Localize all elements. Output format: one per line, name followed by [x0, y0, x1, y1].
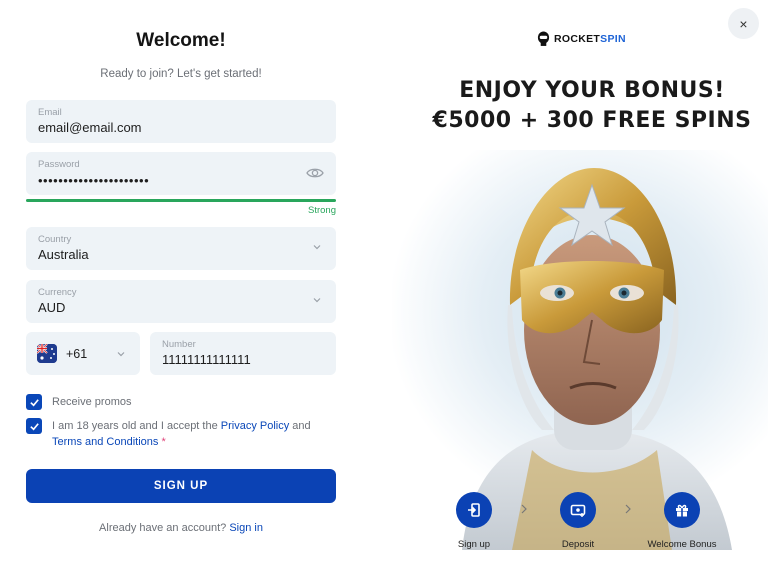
chevron-down-icon: [313, 245, 321, 250]
rocket-helmet-icon: [537, 31, 550, 46]
chevron-down-icon: [313, 298, 321, 303]
promo-panel: ROCKETSPIN × ENJOY YOUR BONUS! €5000 + 3…: [372, 0, 768, 569]
checkmark-icon: [29, 422, 39, 430]
promo-offer: €5000 + 300 FREE SPINS: [432, 108, 752, 133]
signup-button[interactable]: SIGN UP: [26, 469, 336, 503]
password-label: Password: [38, 159, 80, 170]
password-strength-fill: [26, 199, 336, 202]
promos-label: Receive promos: [52, 396, 132, 408]
signin-prompt: Already have an account? Sign in: [26, 522, 336, 534]
currency-label: Currency: [38, 287, 77, 298]
phone-code-select[interactable]: +61: [26, 332, 140, 375]
step-welcome-bonus: Welcome Bonus: [642, 492, 722, 550]
close-button[interactable]: ×: [728, 8, 759, 39]
email-label: Email: [38, 107, 62, 118]
page-title: Welcome!: [136, 30, 226, 51]
hero-illustration: [462, 168, 732, 550]
country-label: Country: [38, 234, 72, 245]
chevron-down-icon: [117, 352, 125, 357]
gift-icon: [676, 504, 688, 517]
country-select[interactable]: Country Australia: [26, 227, 336, 270]
eye-icon[interactable]: [306, 165, 324, 181]
checkmark-icon: [29, 398, 39, 406]
deposit-icon: [570, 504, 586, 517]
chevron-right-icon: [521, 504, 527, 514]
terms-conditions-link[interactable]: Terms and Conditions: [52, 436, 158, 448]
page-subtitle: Ready to join? Let's get started!: [100, 68, 262, 80]
phone-number-field[interactable]: Number: [150, 332, 336, 375]
signin-prompt-text: Already have an account?: [99, 522, 230, 534]
terms-and: and: [289, 420, 311, 432]
promo-headline: ENJOY YOUR BONUS!: [459, 78, 725, 103]
logo-part2: SPIN: [600, 32, 626, 45]
step-deposit: Deposit: [538, 492, 618, 550]
required-mark: *: [158, 436, 166, 448]
close-icon: ×: [739, 15, 748, 32]
terms-prefix: I am 18 years old and I accept the: [52, 420, 221, 432]
phone-number-label: Number: [162, 339, 196, 350]
currency-select[interactable]: Currency AUD: [26, 280, 336, 323]
brand-logo: ROCKETSPIN: [537, 31, 626, 46]
terms-checkbox-row[interactable]: I am 18 years old and I accept the Priva…: [26, 418, 322, 450]
currency-value: AUD: [38, 300, 66, 315]
privacy-policy-link[interactable]: Privacy Policy: [221, 420, 289, 432]
logo-part1: ROCKET: [554, 32, 601, 45]
terms-label: I am 18 years old and I accept the Priva…: [52, 418, 322, 450]
chevron-right-icon: [625, 504, 631, 514]
password-input[interactable]: ••••••••••••••••••••••: [38, 174, 149, 187]
signin-link[interactable]: Sign in: [229, 522, 263, 534]
promos-checkbox-row[interactable]: Receive promos: [26, 394, 131, 410]
promos-checkbox[interactable]: [26, 394, 42, 410]
step-label: Welcome Bonus: [647, 539, 717, 550]
phone-number-input[interactable]: [162, 352, 322, 367]
password-field[interactable]: Password ••••••••••••••••••••••: [26, 152, 336, 195]
phone-code-value: +61: [66, 347, 88, 361]
step-label: Sign up: [457, 539, 491, 550]
australia-flag-icon: [37, 344, 57, 363]
password-strength-bar: [26, 199, 336, 202]
email-input[interactable]: [38, 120, 288, 135]
login-icon: [468, 503, 480, 517]
country-value: Australia: [38, 247, 89, 262]
step-label: Deposit: [561, 539, 595, 550]
password-strength-label: Strong: [308, 205, 336, 216]
email-field[interactable]: Email: [26, 100, 336, 143]
terms-checkbox[interactable]: [26, 418, 42, 434]
step-signup: Sign up: [434, 492, 514, 550]
